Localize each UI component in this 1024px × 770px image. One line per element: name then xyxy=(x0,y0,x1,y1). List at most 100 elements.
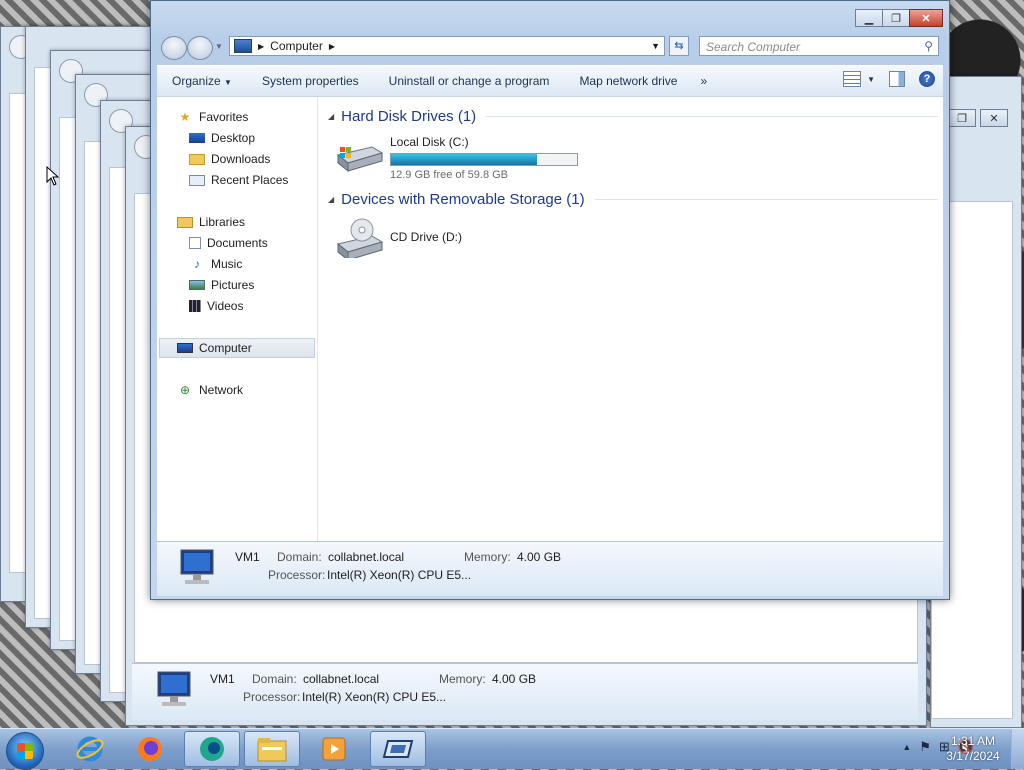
search-icon[interactable]: ⚲ xyxy=(924,39,933,53)
taskbar-firefox[interactable] xyxy=(122,731,178,767)
computer-icon xyxy=(157,671,191,706)
remote-desktop-icon xyxy=(382,740,414,758)
clock-date: 3/17/2024 xyxy=(946,749,1000,763)
local-disk-item[interactable]: Local Disk (C:) 12.9 GB free of 59.8 GB xyxy=(336,135,578,181)
group-divider xyxy=(594,198,938,200)
libraries-icon xyxy=(177,216,193,228)
explorer-body: ★ Favorites Desktop Downloads Recent Plac… xyxy=(157,96,943,541)
taskbar: ▲ ⚑ ⊞ 🔇 1:31 AM 3/17/2024 xyxy=(0,728,1024,770)
documents-icon xyxy=(189,237,201,249)
nav-downloads[interactable]: Downloads xyxy=(189,150,270,168)
address-dropdown-icon[interactable]: ▼ xyxy=(651,41,660,51)
close-button[interactable]: ✕ xyxy=(980,109,1008,127)
breadcrumb-separator-icon[interactable]: ▶ xyxy=(258,42,264,51)
cd-drive-label: CD Drive (D:) xyxy=(390,230,462,244)
computer-icon xyxy=(177,343,193,353)
organize-menu[interactable]: Organize ▼ xyxy=(157,74,247,88)
nav-music[interactable]: ♪ Music xyxy=(189,255,242,273)
more-commands-button[interactable]: » xyxy=(692,74,722,88)
nav-desktop-label: Desktop xyxy=(211,131,256,145)
nav-recent-places[interactable]: Recent Places xyxy=(189,171,288,189)
start-button[interactable] xyxy=(6,732,44,770)
nav-favorites[interactable]: ★ Favorites xyxy=(177,108,249,126)
nav-libraries-label: Libraries xyxy=(199,215,246,229)
show-hidden-icons-button[interactable]: ▲ xyxy=(902,742,911,752)
back-button[interactable] xyxy=(161,36,187,60)
nav-downloads-label: Downloads xyxy=(211,152,271,166)
refresh-button[interactable]: ⇆ xyxy=(669,36,689,56)
computer-name: VM1 xyxy=(235,550,260,564)
nav-videos-label: Videos xyxy=(207,299,244,313)
restore-button[interactable]: ❐ xyxy=(948,109,976,127)
nav-favorites-label: Favorites xyxy=(199,110,249,124)
nav-documents-label: Documents xyxy=(207,236,268,250)
collapse-triangle-icon[interactable]: ◢ xyxy=(328,195,334,204)
system-properties-button[interactable]: System properties xyxy=(247,74,374,88)
view-dropdown-icon[interactable]: ▼ xyxy=(867,75,875,84)
internet-explorer-icon xyxy=(76,736,104,762)
breadcrumb-chevron-icon[interactable]: ▶ xyxy=(329,42,335,51)
close-button[interactable]: ✕ xyxy=(909,9,943,27)
hard-disk-group-title: Hard Disk Drives (1) xyxy=(341,107,477,125)
nav-computer[interactable]: Computer xyxy=(177,339,252,357)
taskbar-file-explorer[interactable] xyxy=(244,731,300,767)
details-pane: VM1 Domain: collabnet.local Memory: 4.00… xyxy=(157,541,943,596)
breadcrumb-computer[interactable]: Computer xyxy=(270,39,323,53)
pictures-icon xyxy=(189,280,205,290)
recent-pages-dropdown[interactable]: ▼ xyxy=(215,42,223,51)
taskbar-internet-explorer[interactable] xyxy=(62,731,118,767)
videos-icon xyxy=(189,300,201,312)
hard-drive-icon xyxy=(336,146,384,173)
nav-libraries[interactable]: Libraries xyxy=(177,213,245,231)
recent-places-icon xyxy=(189,174,205,186)
desktop-icon xyxy=(189,133,205,143)
hard-disk-group-header[interactable]: ◢ Hard Disk Drives (1) xyxy=(328,105,938,127)
removable-group-title: Devices with Removable Storage (1) xyxy=(341,190,585,208)
computer-name: VM1 xyxy=(210,672,235,686)
taskbar-media-player[interactable] xyxy=(306,731,362,767)
search-input[interactable]: Search Computer ⚲ xyxy=(699,36,939,56)
memory-key: Memory: xyxy=(439,672,486,686)
mouse-cursor-icon xyxy=(46,166,60,186)
cd-drive-icon xyxy=(336,218,384,258)
maximize-button[interactable]: ❐ xyxy=(882,9,910,27)
change-view-icon[interactable] xyxy=(843,71,862,87)
nav-pictures-label: Pictures xyxy=(211,278,255,292)
view-controls: ▼ ? xyxy=(843,71,935,87)
forward-button[interactable] xyxy=(187,36,213,60)
computer-icon xyxy=(234,39,252,53)
local-disk-info: Local Disk (C:) 12.9 GB free of 59.8 GB xyxy=(390,135,578,181)
dropdown-arrow-icon: ▼ xyxy=(224,78,232,87)
nav-desktop[interactable]: Desktop xyxy=(189,129,255,147)
preview-pane-icon[interactable] xyxy=(889,71,905,87)
collapse-triangle-icon[interactable]: ◢ xyxy=(328,112,334,121)
taskbar-edge[interactable] xyxy=(184,731,240,767)
system-clock[interactable]: 1:31 AM 3/17/2024 xyxy=(928,734,1018,764)
processor-key: Processor: xyxy=(268,568,326,582)
memory-key: Memory: xyxy=(464,550,511,564)
nav-music-label: Music xyxy=(211,257,243,271)
nav-computer-label: Computer xyxy=(199,341,252,355)
uninstall-program-button[interactable]: Uninstall or change a program xyxy=(374,74,565,88)
disk-usage-bar xyxy=(390,153,578,166)
cd-drive-item[interactable]: CD Drive (D:) xyxy=(336,218,462,258)
nav-network[interactable]: ⊕ Network xyxy=(177,381,243,399)
disk-usage-fill xyxy=(391,154,537,165)
local-disk-label: Local Disk (C:) xyxy=(390,135,469,149)
processor-key: Processor: xyxy=(243,690,301,704)
map-network-drive-button[interactable]: Map network drive xyxy=(564,74,692,88)
disk-free-space: 12.9 GB free of 59.8 GB xyxy=(390,169,509,181)
removable-storage-group-header[interactable]: ◢ Devices with Removable Storage (1) xyxy=(328,188,938,210)
computer-icon xyxy=(180,549,214,584)
nav-videos[interactable]: Videos xyxy=(189,297,243,315)
network-icon: ⊕ xyxy=(179,383,191,397)
address-bar[interactable]: ▶ Computer ▶ ▼ xyxy=(229,36,665,56)
minimize-button[interactable]: ▁ xyxy=(855,9,883,27)
help-icon[interactable]: ? xyxy=(919,71,935,87)
media-player-icon xyxy=(322,737,346,761)
nav-pictures[interactable]: Pictures xyxy=(189,276,254,294)
nav-documents[interactable]: Documents xyxy=(189,234,268,252)
show-desktop-button[interactable] xyxy=(1011,729,1024,769)
taskbar-remote-desktop[interactable] xyxy=(370,731,426,767)
explorer-window[interactable]: ▁ ❐ ✕ ▼ ▶ Computer ▶ ▼ ⇆ Search Computer… xyxy=(150,0,950,600)
